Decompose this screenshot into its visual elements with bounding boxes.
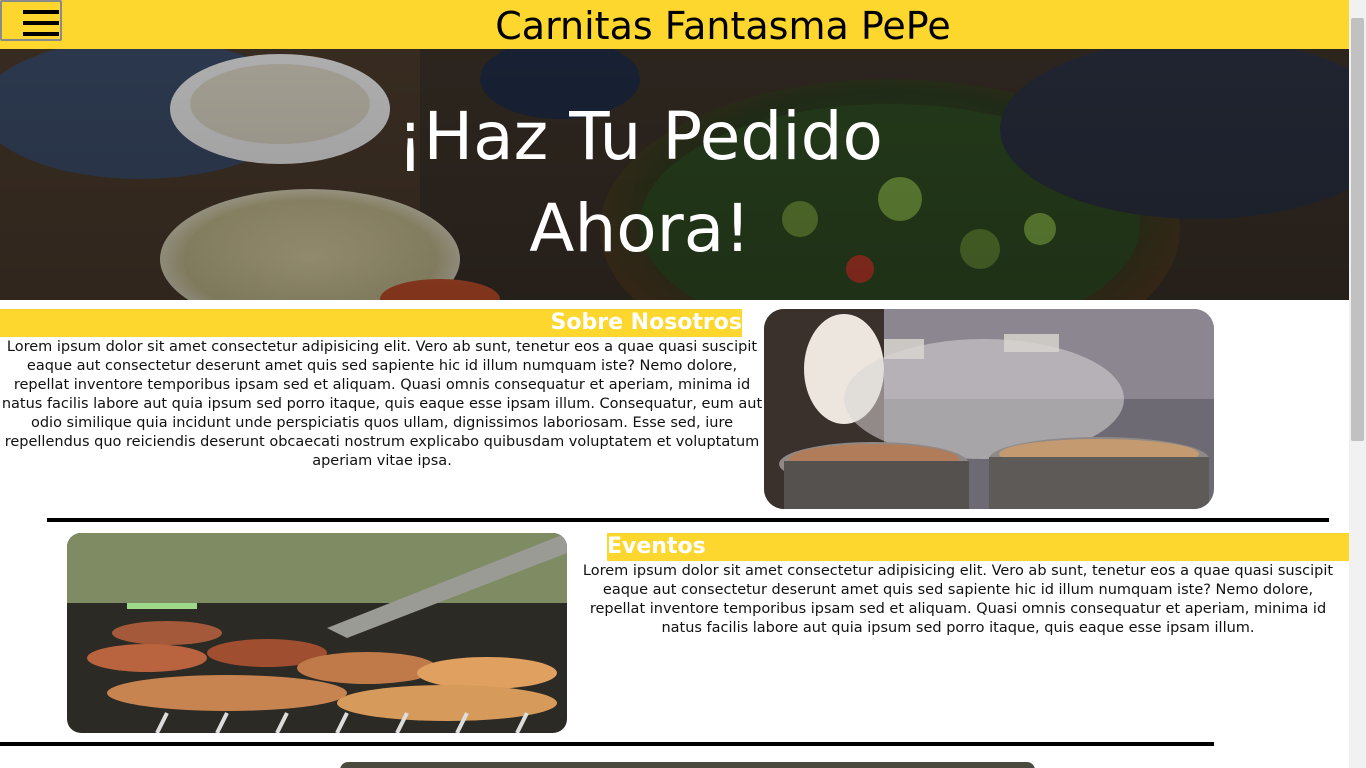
kitchen-image: [764, 309, 1214, 509]
hero-banner: ¡Haz Tu Pedido Ahora!: [0, 49, 1349, 300]
section-divider: [47, 518, 1329, 522]
scrollbar-thumb[interactable]: [1351, 18, 1364, 441]
next-section-photo: [340, 762, 1035, 768]
about-heading-text: Sobre Nosotros: [550, 310, 742, 335]
menu-button[interactable]: [0, 0, 62, 41]
about-text: Lorem ipsum dolor sit amet consectetur a…: [1, 339, 763, 469]
events-heading: Eventos: [607, 533, 1349, 561]
events-text: Lorem ipsum dolor sit amet consectetur a…: [582, 563, 1334, 636]
events-heading-text: Eventos: [607, 534, 706, 559]
top-bar: Carnitas Fantasma PePe: [0, 0, 1349, 49]
section-divider-2: [0, 742, 1214, 746]
page: Carnitas Fantasma PePe ¡Haz Tu Pedido Ah…: [0, 0, 1366, 768]
grill-image: [67, 533, 567, 733]
hero-title: ¡Haz Tu Pedido Ahora!: [397, 98, 883, 267]
about-heading: Sobre Nosotros: [0, 309, 742, 337]
site-title: Carnitas Fantasma PePe: [495, 4, 951, 48]
kitchen-photo: [764, 309, 1214, 509]
grill-photo: [67, 533, 567, 733]
